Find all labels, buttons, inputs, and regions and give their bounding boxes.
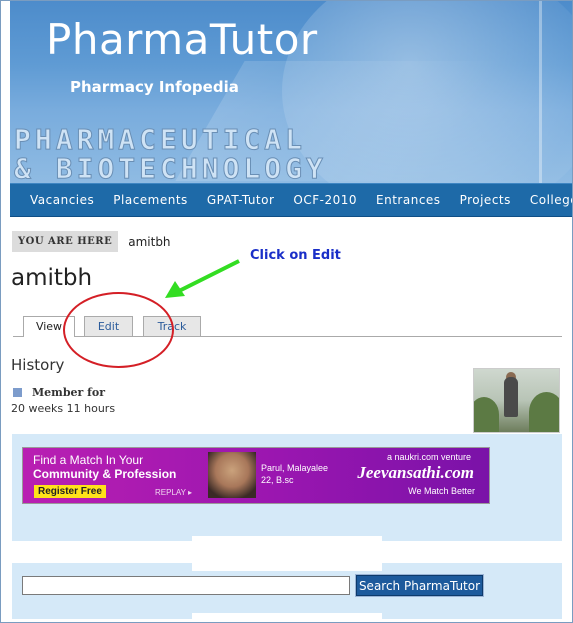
avatar-decoration	[529, 392, 559, 432]
ad-line1: Find a Match In Your	[33, 453, 144, 467]
annotation-arrow-icon	[165, 259, 240, 298]
nav-item-colleges[interactable]: Colleges	[530, 193, 572, 207]
search-input[interactable]	[22, 576, 350, 595]
breadcrumb: YOU ARE HERE amitbh	[12, 231, 171, 252]
member-for-label: Member for	[32, 386, 105, 399]
nav-item-entrances[interactable]: Entrances	[376, 193, 441, 207]
nav-item-ocf-2010[interactable]: OCF-2010	[293, 193, 357, 207]
ad-replay-link[interactable]: REPLAY ▸	[155, 488, 192, 497]
member-for-value: 20 weeks 11 hours	[11, 402, 116, 415]
annotation-circle	[63, 292, 174, 368]
banner-decoration	[539, 1, 542, 183]
avatar[interactable]	[473, 368, 560, 433]
ad-banner[interactable]: Find a Match In Your Community & Profess…	[22, 447, 490, 504]
ad-register-button[interactable]: Register Free	[34, 485, 106, 498]
avatar-decoration	[504, 377, 518, 417]
panel-notch	[192, 563, 382, 571]
site-title[interactable]: PharmaTutor	[46, 15, 318, 64]
avatar-decoration	[474, 397, 499, 432]
nav-item-placements[interactable]: Placements	[113, 193, 188, 207]
site-slogan: Pharmacy Infopedia	[70, 78, 239, 96]
nav-item-projects[interactable]: Projects	[460, 193, 511, 207]
nav-item-vacancies[interactable]: Vacancies	[30, 193, 94, 207]
breadcrumb-label: YOU ARE HERE	[12, 231, 119, 252]
breadcrumb-current: amitbh	[128, 234, 171, 249]
ad-venture: a naukri.com venture	[386, 452, 471, 462]
ad-person-detail: 22, B.sc	[261, 475, 294, 485]
main-nav: Vacancies Placements GPAT-Tutor OCF-2010…	[10, 183, 572, 217]
annotation-text: Click on Edit	[250, 248, 341, 263]
panel-notch	[192, 613, 382, 621]
section-title-history: History	[11, 356, 65, 374]
ad-brand-logo: Jeevansathi.com	[357, 463, 474, 482]
ad-person-name: Parul, Malayalee	[261, 463, 329, 473]
nav-item-gpat-tutor[interactable]: GPAT-Tutor	[207, 193, 275, 207]
page-frame: PharmaTutor Pharmacy Infopedia PHARMACEU…	[0, 0, 573, 623]
bullet-icon	[13, 388, 22, 397]
ad-line2: Community & Profession	[33, 467, 177, 481]
header-banner: PharmaTutor Pharmacy Infopedia PHARMACEU…	[10, 1, 572, 183]
ad-tagline: We Match Better	[408, 486, 475, 496]
banner-heading-line2: & BIOTECHNOLOGY	[14, 152, 327, 184]
page-title: amitbh	[11, 265, 93, 291]
ad-photo	[208, 452, 256, 498]
search-button[interactable]: Search PharmaTutor	[355, 574, 484, 597]
panel-notch	[192, 536, 382, 544]
